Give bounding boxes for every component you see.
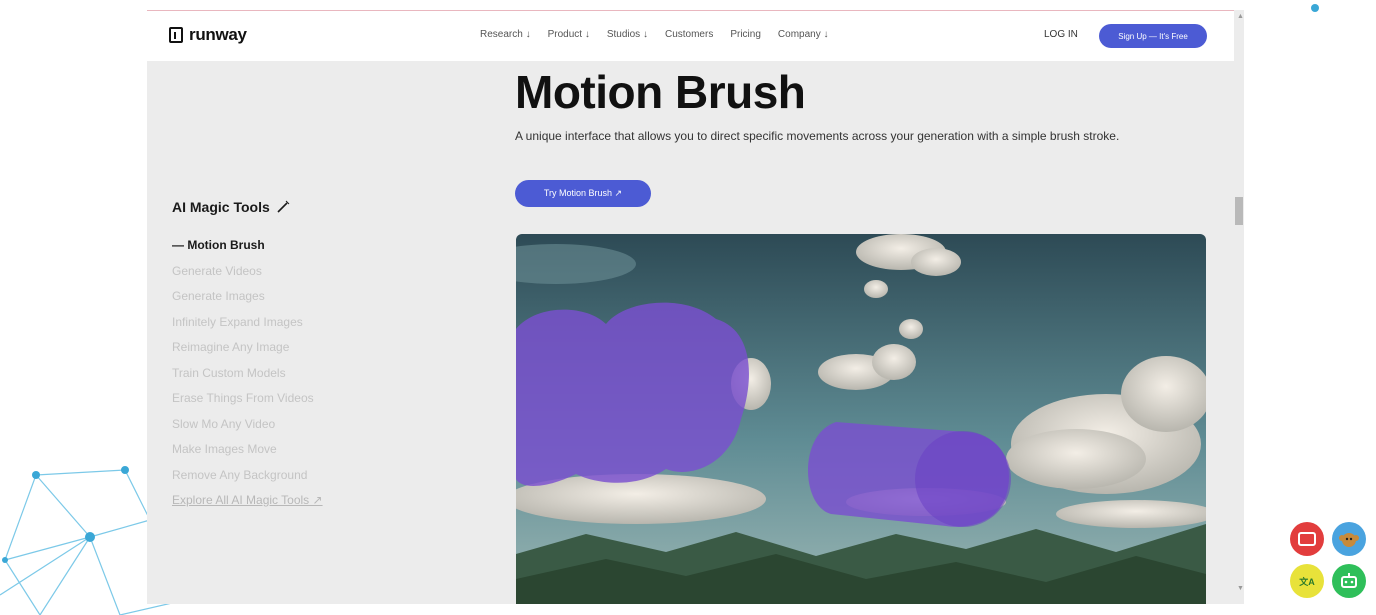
monkey-extension-icon[interactable]	[1332, 522, 1366, 556]
active-indicator: —	[172, 238, 184, 252]
translate-extension-icon[interactable]: 文A	[1290, 564, 1324, 598]
try-motion-brush-button[interactable]: Try Motion Brush ↗	[515, 180, 651, 207]
logo-text: runway	[189, 25, 247, 44]
monkey-icon	[1339, 533, 1359, 547]
nav-research[interactable]: Research ↓	[480, 29, 531, 40]
runway-logo[interactable]: runway	[169, 25, 247, 45]
sidebar-item-erase-things[interactable]: Erase Things From Videos	[172, 386, 323, 412]
decoration-dot	[1311, 4, 1319, 12]
magic-wand-icon	[277, 200, 290, 213]
sidebar-item-expand-images[interactable]: Infinitely Expand Images	[172, 310, 323, 336]
sidebar-item-reimagine-image[interactable]: Reimagine Any Image	[172, 335, 323, 361]
sidebar-item-generate-images[interactable]: Generate Images	[172, 284, 323, 310]
runway-logo-icon	[169, 27, 183, 43]
video-extension-icon[interactable]	[1290, 522, 1324, 556]
nav-links: Research ↓ Product ↓ Studios ↓ Customers…	[480, 29, 828, 40]
nav-customers[interactable]: Customers	[665, 29, 713, 40]
page-scrollbar[interactable]	[1234, 10, 1244, 603]
sidebar-heading: AI Magic Tools	[172, 199, 290, 215]
scrollbar-thumb[interactable]	[1235, 197, 1243, 225]
video-icon	[1298, 532, 1316, 546]
scroll-up-arrow[interactable]: ▲	[1237, 13, 1244, 20]
sidebar-item-label: Motion Brush	[187, 238, 265, 252]
top-navigation: runway Research ↓ Product ↓ Studios ↓ Cu…	[147, 11, 1234, 61]
motion-brush-demo-image	[516, 234, 1206, 604]
signup-button[interactable]: Sign Up — It's Free	[1099, 24, 1207, 48]
nav-product[interactable]: Product ↓	[548, 29, 590, 40]
sidebar-item-make-images-move[interactable]: Make Images Move	[172, 437, 323, 463]
robot-icon	[1341, 573, 1357, 588]
page-title: Motion Brush	[515, 66, 806, 118]
nav-pricing[interactable]: Pricing	[730, 29, 761, 40]
sidebar-item-train-models[interactable]: Train Custom Models	[172, 361, 323, 387]
browser-viewport: runway Research ↓ Product ↓ Studios ↓ Cu…	[147, 10, 1244, 604]
sidebar-item-motion-brush[interactable]: — Motion Brush	[172, 233, 323, 259]
sidebar-item-generate-videos[interactable]: Generate Videos	[172, 259, 323, 285]
sidebar-item-slow-mo[interactable]: Slow Mo Any Video	[172, 412, 323, 438]
sky-landscape-illustration	[516, 234, 1206, 604]
ai-magic-tools-list: — Motion Brush Generate Videos Generate …	[172, 233, 323, 514]
scroll-down-arrow[interactable]: ▼	[1237, 585, 1244, 592]
nav-company[interactable]: Company ↓	[778, 29, 829, 40]
nav-studios[interactable]: Studios ↓	[607, 29, 648, 40]
sidebar-title-text: AI Magic Tools	[172, 199, 270, 215]
page-description: A unique interface that allows you to di…	[515, 129, 1120, 143]
login-link[interactable]: LOG IN	[1044, 29, 1078, 40]
explore-all-tools-link[interactable]: Explore All AI Magic Tools ↗	[172, 488, 323, 514]
sidebar-item-remove-background[interactable]: Remove Any Background	[172, 463, 323, 489]
robot-extension-icon[interactable]	[1332, 564, 1366, 598]
translate-icon: 文A	[1299, 576, 1315, 587]
